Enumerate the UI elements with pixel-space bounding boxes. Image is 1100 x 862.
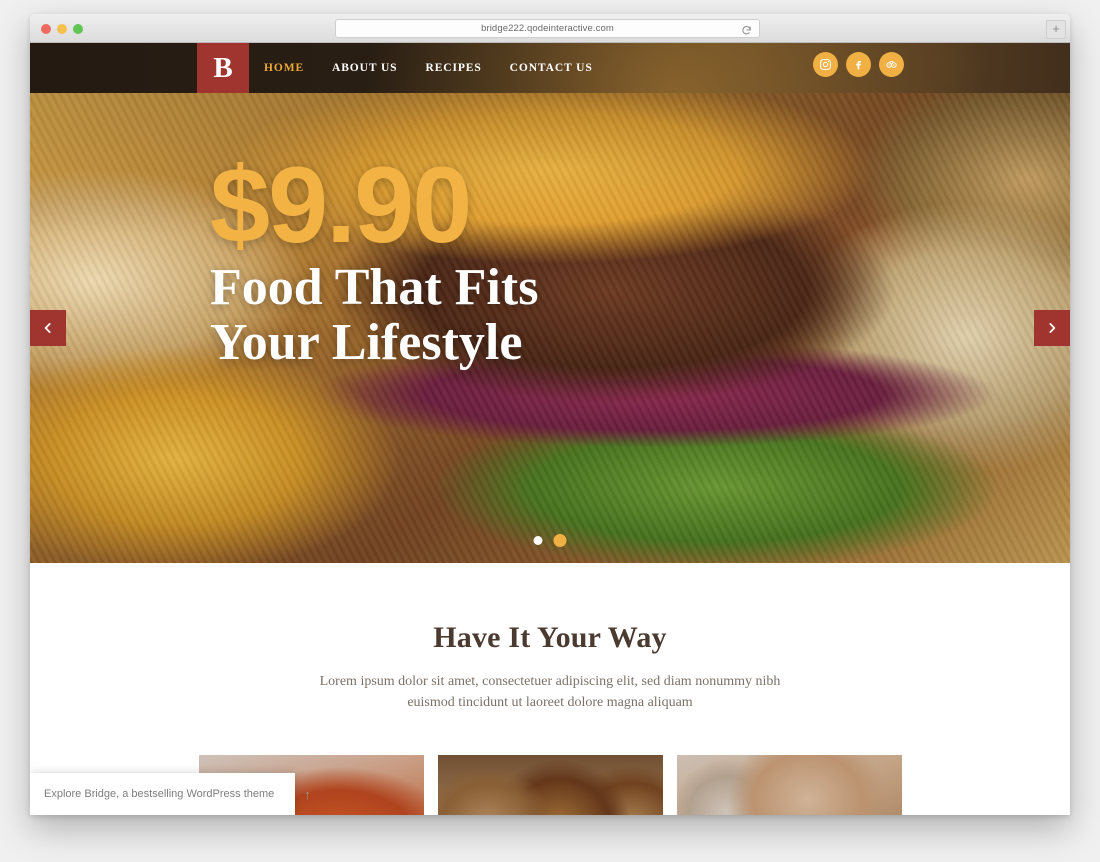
window-controls — [41, 24, 83, 34]
slider-pagination — [533, 534, 567, 547]
hero-copy: $9.90 Food That Fits Your Lifestyle — [210, 144, 538, 370]
reload-icon[interactable] — [741, 23, 752, 35]
address-bar[interactable]: bridge222.qodeinteractive.com — [335, 19, 760, 38]
section-title: Have It Your Way — [433, 621, 667, 654]
slider-prev-button[interactable] — [30, 310, 66, 346]
card-image — [676, 755, 902, 815]
nav-item-recipes[interactable]: RECIPES — [425, 62, 481, 74]
facebook-icon[interactable] — [846, 52, 871, 77]
section-subtitle: Lorem ipsum dolor sit amet, consectetuer… — [319, 674, 781, 710]
browser-window: bridge222.qodeinteractive.com + B HOME A… — [30, 14, 1070, 815]
nav-item-contact-us[interactable]: CONTACT US — [510, 62, 593, 74]
card-image — [437, 755, 663, 815]
explore-bridge-text: Explore Bridge, a bestselling WordPress … — [44, 788, 275, 800]
nav-item-about-us[interactable]: ABOUT US — [332, 62, 397, 74]
page-viewport: B HOME ABOUT US RECIPES CONTACT US $9.90… — [30, 43, 1070, 815]
instagram-icon[interactable] — [813, 52, 838, 77]
main-navigation: HOME ABOUT US RECIPES CONTACT US — [264, 43, 593, 93]
social-links — [813, 52, 904, 77]
hero-price: $9.90 — [210, 144, 472, 265]
hero-title-line-2: Your Lifestyle — [210, 314, 523, 372]
hero-title: Food That Fits Your Lifestyle — [210, 260, 538, 370]
nav-item-home[interactable]: HOME — [264, 62, 304, 74]
browser-titlebar: bridge222.qodeinteractive.com + — [30, 14, 1070, 43]
card-bon-appetit[interactable]: Bon Appetit — [676, 755, 902, 815]
maximize-window-button[interactable] — [73, 24, 83, 34]
site-logo[interactable]: B — [197, 43, 249, 93]
explore-bridge-bar[interactable]: Explore Bridge, a bestselling WordPress … — [30, 773, 311, 815]
hero-slider: $9.90 Food That Fits Your Lifestyle — [30, 93, 1070, 563]
scroll-to-top-icon[interactable]: ↑ — [304, 788, 311, 801]
slider-next-button[interactable] — [1034, 310, 1070, 346]
hero-title-line-1: Food That Fits — [210, 259, 539, 317]
slider-dot-1[interactable] — [533, 536, 543, 545]
minimize-window-button[interactable] — [57, 24, 67, 34]
logo-letter: B — [213, 51, 233, 84]
tripadvisor-icon[interactable] — [879, 52, 904, 77]
url-text: bridge222.qodeinteractive.com — [481, 23, 614, 34]
slider-dot-2[interactable] — [553, 534, 567, 547]
hero-background-image — [30, 93, 1070, 563]
site-header: B HOME ABOUT US RECIPES CONTACT US — [30, 43, 1070, 93]
close-window-button[interactable] — [41, 24, 51, 34]
new-tab-button[interactable]: + — [1046, 20, 1066, 39]
card-barbeque[interactable]: Barbeque — [437, 755, 663, 815]
